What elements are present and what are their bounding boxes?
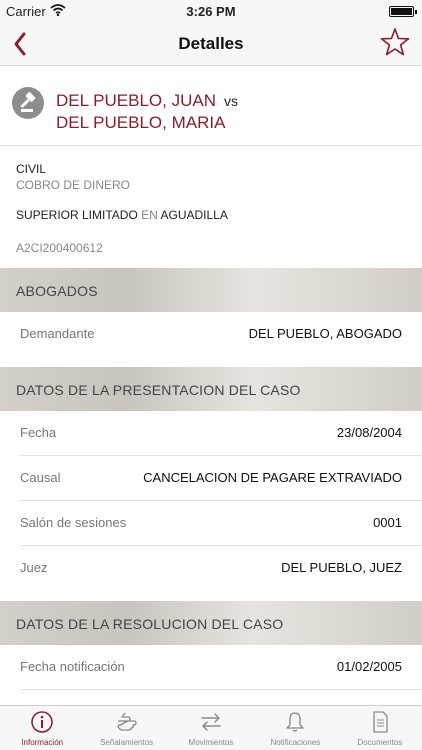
section-abogados: ABOGADOS (0, 268, 422, 312)
info-icon (31, 711, 53, 733)
row-value: 0001 (373, 515, 402, 530)
tab-informacion[interactable]: Información (0, 706, 84, 750)
case-header: DEL PUEBLO, JUAN vs DEL PUEBLO, MARIA (0, 66, 422, 146)
row-value: DEL PUEBLO, JUEZ (281, 560, 402, 575)
party-defendant: DEL PUEBLO, MARIA (56, 113, 226, 132)
row-value: 01/02/2005 (336, 659, 402, 674)
row-label: Juez (20, 560, 48, 575)
status-bar: Carrier 3:26 PM (0, 0, 422, 22)
tab-documentos[interactable]: Documentos (338, 706, 422, 750)
court-location: AGUADILLA (160, 208, 228, 222)
clock: 3:26 PM (186, 4, 236, 19)
tab-label: Movimientos (188, 738, 234, 747)
tab-label: Documentos (357, 738, 403, 747)
row-salon: Salón de sesiones 0001 (0, 501, 422, 546)
section-title: ABOGADOS (16, 283, 98, 299)
row-label: Fecha notificación (20, 659, 125, 674)
section-title: DATOS DE LA RESOLUCION DEL CASO (16, 616, 284, 632)
row-value: CANCELACION DE PAGARE EXTRAVIADO (143, 470, 402, 485)
tab-label: Información (21, 738, 64, 747)
bell-icon (286, 712, 305, 732)
tab-movimientos[interactable]: Movimientos (169, 706, 253, 750)
tab-senalamientos[interactable]: Señalamientos (84, 706, 168, 750)
case-subtype: COBRO DE DINERO (16, 178, 131, 192)
navigation-bar: Detalles (0, 22, 422, 66)
row-label: Demandante (20, 326, 95, 341)
arrows-icon (201, 713, 221, 731)
page-title: Detalles (178, 34, 244, 53)
pointing-hand-icon (116, 712, 137, 731)
favorite-star-icon[interactable] (378, 26, 412, 60)
case-number: A2CI200400612 (16, 241, 103, 255)
row-demandante: Demandante DEL PUEBLO, ABOGADO (0, 312, 422, 357)
tab-label: Señalamientos (100, 738, 154, 747)
case-type: CIVIL (16, 162, 47, 176)
row-value: DEL PUEBLO, ABOGADO (248, 326, 402, 341)
section-title: DATOS DE LA PRESENTACION DEL CASO (16, 382, 301, 398)
row-label: Causal (20, 470, 61, 485)
court-name: SUPERIOR LIMITADO (16, 208, 138, 222)
party-plaintiff: DEL PUEBLO, JUAN (56, 91, 216, 110)
row-divider (20, 689, 422, 690)
tab-bar: Información Señalamientos Movimientos No… (0, 705, 422, 750)
court-preposition: EN (141, 208, 158, 222)
row-fecha: Fecha 23/08/2004 (0, 411, 422, 456)
case-court: SUPERIOR LIMITADO EN AGUADILLA (16, 208, 228, 222)
row-label: Fecha (20, 425, 57, 440)
row-fecha-notificacion: Fecha notificación 01/02/2005 (0, 645, 422, 690)
row-juez: Juez DEL PUEBLO, JUEZ (0, 546, 422, 591)
document-icon (373, 711, 388, 733)
section-resolucion: DATOS DE LA RESOLUCION DEL CASO (0, 601, 422, 645)
row-causal: Causal CANCELACION DE PAGARE EXTRAVIADO (0, 456, 422, 501)
case-parties: DEL PUEBLO, JUAN vs DEL PUEBLO, MARIA (56, 90, 238, 133)
row-label: Salón de sesiones (20, 515, 127, 530)
battery-icon (389, 6, 417, 17)
section-presentacion: DATOS DE LA PRESENTACION DEL CASO (0, 367, 422, 411)
tab-notificaciones[interactable]: Notificaciones (253, 706, 337, 750)
gavel-icon (12, 87, 44, 119)
row-value: 23/08/2004 (336, 425, 402, 440)
versus-label: vs (223, 93, 238, 109)
tab-label: Notificaciones (270, 738, 321, 747)
